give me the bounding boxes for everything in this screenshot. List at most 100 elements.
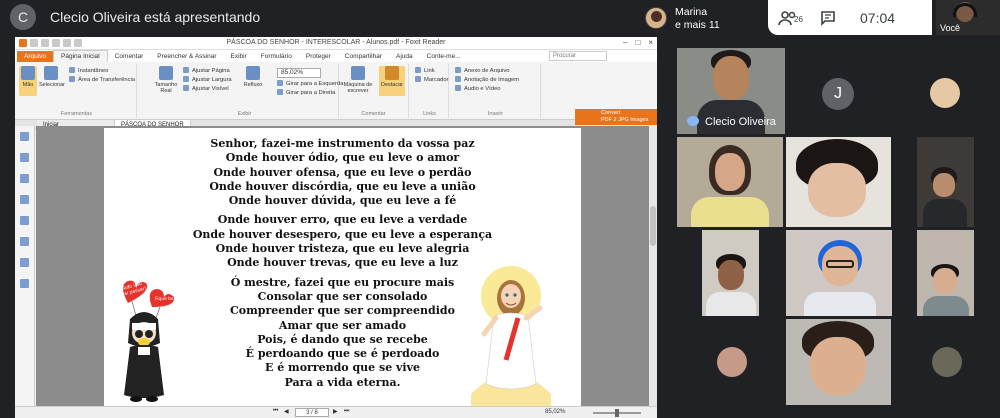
- title-bar: PÁSCOA DO SENHOR - INTERESCOLAR - Alunos…: [15, 37, 657, 50]
- group-comentar: Máquina de escrever Destacar Comentar: [339, 64, 409, 118]
- video-tile-clecio[interactable]: Clecio Oliveira: [677, 48, 785, 134]
- minimize-icon[interactable]: –: [623, 38, 627, 47]
- rotate-right-button[interactable]: Girar para a Direita: [277, 89, 335, 97]
- presenting-label: Clecio Oliveira está apresentando: [50, 9, 261, 25]
- video-tile-5[interactable]: [702, 230, 759, 316]
- chat-icon: [821, 10, 835, 26]
- typewriter-button[interactable]: Máquina de escrever: [341, 66, 375, 94]
- balloon-text-3: Fique bem!: [155, 296, 180, 302]
- tab-ajuda[interactable]: Ajuda: [389, 51, 420, 62]
- attachments-icon[interactable]: [20, 216, 29, 225]
- actual-size-button[interactable]: Tamanho Real: [153, 66, 179, 94]
- maximize-icon[interactable]: □: [635, 38, 640, 47]
- vertical-scrollbar[interactable]: [649, 126, 657, 406]
- people-count: 26: [794, 14, 803, 24]
- participant-name: Marina: [675, 6, 708, 18]
- document-area[interactable]: Senhor, fazei-me instrumento da vossa pa…: [36, 126, 649, 406]
- self-view[interactable]: Você: [936, 0, 1000, 35]
- image-annotation-button[interactable]: Anotação de Imagem: [455, 76, 519, 84]
- status-zoom: 85,02%: [545, 409, 566, 415]
- clipboard-button[interactable]: Área de Transferência: [69, 76, 135, 84]
- avatar-j: J: [822, 78, 854, 110]
- prev-page-icon[interactable]: ◀: [284, 408, 289, 415]
- tab-proteger[interactable]: Proteger: [299, 51, 338, 62]
- video-tile-8[interactable]: [786, 319, 891, 405]
- poem-line: Onde houver erro, que eu leve a verdade: [217, 213, 468, 227]
- tools-icon[interactable]: [20, 279, 29, 288]
- rotate-left-button[interactable]: Girar para a Esquerda: [277, 80, 343, 88]
- video-tile-7[interactable]: [917, 230, 974, 316]
- search-input[interactable]: Procurar: [549, 51, 607, 61]
- meet-top-bar: C Clecio Oliveira está apresentando: [0, 0, 640, 34]
- tab-compartilhar[interactable]: Compartilhar: [338, 51, 389, 62]
- group-label-exibir: Exibir: [237, 111, 252, 117]
- group-label-ferramentas: Ferramentas: [60, 111, 93, 117]
- participant-summary[interactable]: Marina e mais 11: [675, 6, 720, 32]
- tab-preencher-assinar[interactable]: Preencher & Assinar: [150, 51, 223, 62]
- tab-formulario[interactable]: Formulário: [254, 51, 299, 62]
- bookmark-button[interactable]: Marcador: [415, 76, 448, 84]
- tab-pagina-inicial[interactable]: Página Inicial: [53, 50, 108, 62]
- participant-avatar[interactable]: [645, 7, 667, 29]
- file-attachment-button[interactable]: Anexo de Arquivo: [455, 67, 509, 75]
- typewriter-icon: [351, 66, 365, 80]
- convert-pdf-banner[interactable]: Convert PDF 2 JPG Images: [575, 109, 657, 125]
- first-page-icon[interactable]: ⏮: [273, 408, 278, 415]
- poem-line: Onde houver discórdia, que eu leve a uni…: [209, 179, 476, 193]
- fit-width-button[interactable]: Ajustar Largura: [183, 76, 232, 84]
- layers-icon[interactable]: [20, 174, 29, 183]
- meet-controls: 26 07:04: [768, 0, 932, 35]
- video-tile-2[interactable]: [677, 137, 783, 227]
- video-tile-avatar-2[interactable]: [677, 319, 785, 405]
- poem-line: Onde houver dúvida, que eu leve a fé: [228, 194, 457, 208]
- poem-line: Onde houver ofensa, que eu leve o perdão: [213, 165, 472, 179]
- tab-conte-me[interactable]: Conte-me...: [420, 51, 468, 62]
- highlight-icon: [385, 66, 399, 80]
- tab-exibir[interactable]: Exibir: [224, 51, 254, 62]
- ribbon-tabs: Arquivo Página Inicial Comentar Preenche…: [15, 50, 657, 62]
- last-page-icon[interactable]: ⏭: [344, 408, 349, 415]
- people-button[interactable]: 26: [768, 10, 808, 26]
- convert-line-2: PDF 2 JPG Images: [601, 117, 649, 123]
- comments-icon[interactable]: [20, 195, 29, 204]
- close-icon[interactable]: ×: [648, 38, 653, 47]
- video-tile-4[interactable]: [917, 137, 974, 227]
- presenter-avatar: C: [10, 4, 36, 30]
- avatar-photo-3: [932, 347, 962, 377]
- status-bar: ⏮ ◀ 3 / 8 ▶ ⏭ 85,02%: [15, 406, 657, 418]
- participant-more: e mais 11: [675, 19, 720, 31]
- hand-tool-button[interactable]: Mão: [19, 66, 37, 96]
- audio-video-button[interactable]: Áudio e Vídeo: [455, 85, 500, 93]
- window-controls: – □ ×: [623, 38, 653, 47]
- pdf-page: Senhor, fazei-me instrumento da vossa pa…: [104, 128, 581, 406]
- poem-line: Onde houver ódio, que eu leve o amor: [225, 151, 460, 165]
- pages-icon[interactable]: [20, 153, 29, 162]
- group-links: Link Marcador Links: [411, 64, 449, 118]
- video-tile-avatar-1[interactable]: [890, 48, 1000, 134]
- group-label-links: Links: [423, 111, 436, 117]
- zoom-input[interactable]: 85,02%: [277, 68, 321, 78]
- video-tile-6[interactable]: [786, 230, 892, 316]
- tab-arquivo[interactable]: Arquivo: [17, 51, 54, 62]
- poem-line: Onde houver tristeza, que eu leve alegri…: [215, 242, 470, 256]
- chat-button[interactable]: [808, 10, 848, 26]
- fit-page-button[interactable]: Ajustar Página: [183, 67, 230, 75]
- snapshot-button[interactable]: Instantâneo: [69, 67, 108, 75]
- zoom-slider[interactable]: [593, 409, 641, 417]
- select-tool-button[interactable]: Selecionar: [39, 66, 65, 88]
- tab-comentar[interactable]: Comentar: [108, 51, 151, 62]
- fit-visible-button[interactable]: Ajustar Visível: [183, 85, 229, 93]
- reflow-button[interactable]: Refluxo: [241, 66, 265, 88]
- security-icon[interactable]: [20, 258, 29, 267]
- signatures-icon[interactable]: [20, 237, 29, 246]
- bookmarks-icon[interactable]: [20, 132, 29, 141]
- link-button[interactable]: Link: [415, 67, 435, 75]
- page-indicator[interactable]: 3 / 8: [295, 408, 329, 417]
- navigation-sidebar: [15, 126, 35, 406]
- ribbon: Mão Selecionar Instantâneo Área de Trans…: [15, 62, 657, 120]
- video-tile-avatar-3[interactable]: [900, 319, 1000, 405]
- video-tile-3[interactable]: [786, 137, 891, 227]
- highlight-button[interactable]: Destacar: [379, 66, 405, 96]
- video-tile-j[interactable]: J: [798, 48, 880, 134]
- next-page-icon[interactable]: ▶: [333, 408, 338, 415]
